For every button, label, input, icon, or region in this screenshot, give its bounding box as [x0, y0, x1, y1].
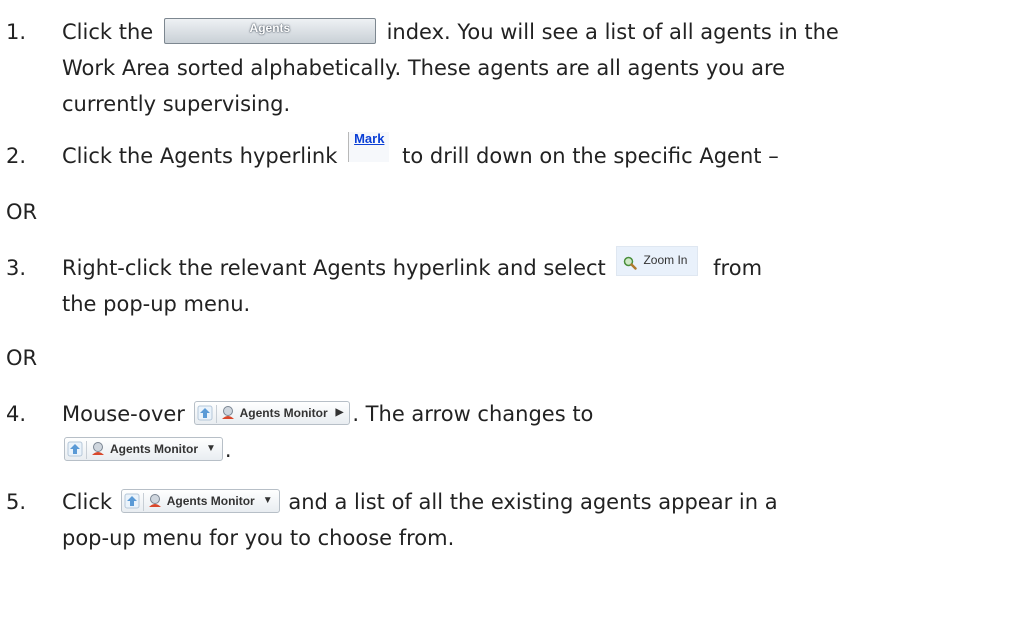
divider: [142, 492, 144, 511]
step-number: 4.: [6, 402, 27, 426]
step-text-line2: Work Area sorted alphabetically. These a…: [62, 56, 786, 80]
up-arrow-icon[interactable]: [197, 405, 213, 421]
agents-monitor-breadcrumb-expanded[interactable]: Agents Monitor ▼: [64, 437, 223, 461]
divider: [215, 404, 217, 423]
triangle-down-icon: ▼: [206, 442, 216, 454]
step-number: 3.: [6, 256, 27, 280]
step-text: Click the Agents hyperlink Mark to drill…: [62, 131, 779, 169]
step-text-line2: the pop-up menu.: [62, 292, 251, 316]
step-text-line2: pop-up menu for you to choose from.: [62, 526, 455, 550]
or-separator: OR: [6, 346, 38, 370]
or-separator: OR: [6, 200, 38, 224]
agents-index-button[interactable]: Agents: [163, 18, 376, 44]
step-text: Mouse-over Agents Monitor ▶. The arrow ch…: [62, 401, 594, 426]
zoom-in-menu-item[interactable]: Zoom In: [616, 246, 699, 276]
step-text: Click Agents Monitor ▼ and a list of all …: [62, 489, 778, 514]
step-number: 5.: [6, 490, 27, 514]
step-text-line2: Agents Monitor ▼.: [62, 432, 1022, 468]
agent-monitor-icon: [220, 405, 236, 421]
up-arrow-icon[interactable]: [124, 493, 140, 509]
step-number: 2.: [6, 144, 27, 168]
step-number: 1.: [6, 20, 27, 44]
divider: [86, 440, 87, 459]
agents-monitor-breadcrumb[interactable]: Agents Monitor ▶: [193, 401, 351, 425]
step-text: Click the Agents index. You will see a l…: [62, 18, 839, 44]
agent-monitor-icon: [90, 441, 106, 457]
step-text: Right-click the relevant Agents hyperlin…: [62, 246, 1022, 286]
triangle-down-icon: ▼: [262, 494, 273, 506]
agent-monitor-icon: [147, 493, 163, 509]
up-arrow-icon[interactable]: [67, 441, 83, 457]
agent-hyperlink-mark[interactable]: Mark: [348, 132, 390, 162]
magnifier-icon: [623, 253, 638, 270]
agents-monitor-breadcrumb-dropdown[interactable]: Agents Monitor ▼: [120, 489, 280, 513]
step-text-line3: currently supervising.: [62, 92, 291, 116]
triangle-right-icon: ▶: [335, 406, 344, 418]
instruction-document: 1. Click the Agents index. You will see …: [0, 0, 1028, 624]
